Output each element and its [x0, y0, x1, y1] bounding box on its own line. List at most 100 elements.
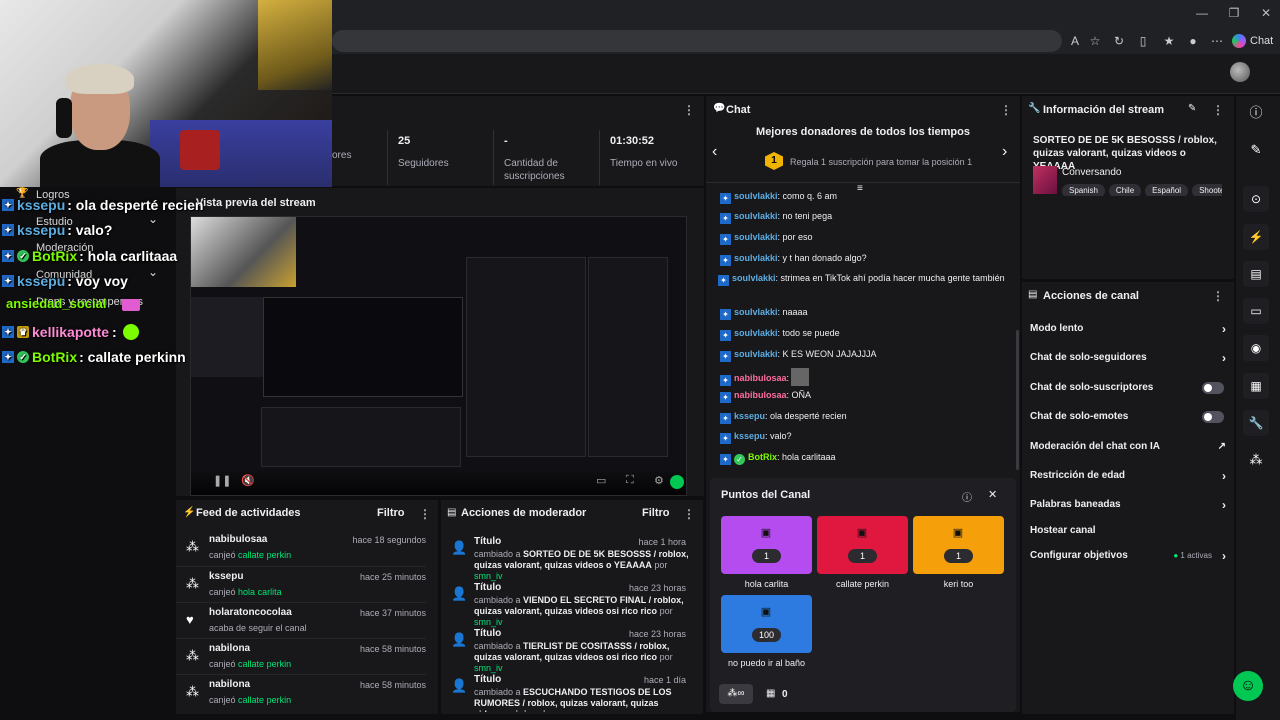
profile-icon[interactable]: ● [1184, 32, 1202, 50]
live-indicator-icon [670, 475, 684, 489]
refresh-icon[interactable]: ↻ [1110, 32, 1128, 50]
chat-message: ✦ soulvlakki: y t han donado algo? [720, 252, 1010, 266]
stream-preview-video[interactable]: ❚❚ 🔇 ▭ ⛶ ⚙ [190, 216, 687, 496]
close-window-icon[interactable]: ✕ [1256, 6, 1276, 22]
close-icon[interactable]: ✕ [988, 488, 997, 501]
ai-moderation-row[interactable]: Moderación del chat con IA ↗ [1030, 437, 1226, 457]
external-link-icon: ↗ [1217, 441, 1226, 452]
stat-followers: 25 Seguidores [387, 130, 449, 185]
list-item: 👤 Título hace 23 horas cambiado a VIENDO EL… [451, 582, 686, 627]
feed-filter-button[interactable]: Filtro [377, 507, 405, 519]
active-dot-icon: ● [1173, 551, 1179, 560]
tag[interactable]: Spanish [1062, 184, 1105, 196]
age-restriction-row[interactable]: Restricción de edad › [1030, 466, 1226, 486]
support-chat-icon[interactable]: ☺ [1233, 671, 1263, 701]
reward-icon: ▣ [856, 527, 868, 539]
overlay-chat: ✦ kssepu: ola desperté recien ✦ kssepu: va… [2, 192, 203, 371]
wrench-icon[interactable]: 🔧 [1243, 410, 1269, 436]
pip-icon[interactable]: ▭ [596, 474, 606, 487]
list-item: ⁂ nabilona canjeó callate perkin hace 58 mi… [176, 638, 426, 674]
target-icon[interactable]: ⊙ [1243, 186, 1269, 212]
infinite-points-button[interactable]: ⁂∞ [719, 684, 753, 704]
read-aloud-icon[interactable]: A [1066, 32, 1084, 50]
reward-card-callate-perkin[interactable]: ▣ 1 [817, 516, 908, 574]
badge-icon: ✦ [2, 249, 14, 262]
layout-icon[interactable]: ▦ [1243, 373, 1269, 399]
list-item: 👤 Título hace 1 día cambiado a ESCUCHANDO T… [451, 674, 686, 712]
points-count: 0 [782, 689, 788, 700]
settings-icon[interactable]: ⚙ [654, 474, 664, 487]
feed-menu-icon[interactable]: ⋮ [419, 507, 431, 521]
fullscreen-icon[interactable]: ⛶ [626, 474, 634, 487]
mod-actions-title: Acciones de moderador [461, 507, 587, 519]
mute-icon[interactable]: 🔇 [241, 474, 255, 487]
stat-subscriptions: - Cantidad de suscripciones [493, 130, 598, 185]
chat-message: ✦ kssepu: ola desperté recien [720, 410, 1010, 424]
tag[interactable]: Chile [1108, 184, 1142, 196]
lightning-icon[interactable]: ⚡ [1243, 224, 1269, 250]
pause-icon[interactable]: ❚❚ [213, 474, 231, 487]
heart-icon: ♥ [186, 612, 194, 627]
list-item: ⁂ kssepu canjeó hola carlita hace 25 minuto… [176, 566, 426, 602]
overlay-message: ✦ ✓ BotRix: callate perkinn [2, 345, 202, 371]
overlay-message: ✦ kssepu: valo? [2, 218, 202, 244]
favorites-icon[interactable]: ★ [1160, 32, 1178, 50]
chevron-right-icon: › [1222, 498, 1226, 512]
reward-icon: ⁂ [186, 539, 199, 554]
chat-scrollbar[interactable] [1016, 330, 1019, 470]
goals-row[interactable]: Configurar objetivos ● 1 activas › [1030, 546, 1226, 566]
slow-mode-row[interactable]: Modo lento › [1030, 319, 1226, 339]
reward-label: hola carlita [744, 579, 789, 589]
reward-card-hola-carlita[interactable]: ▣ 1 [721, 516, 812, 574]
mod-filter-button[interactable]: Filtro [642, 507, 670, 519]
reward-card-bano[interactable]: ▣ 100 [721, 595, 812, 653]
split-screen-icon[interactable]: ▯ [1134, 32, 1152, 50]
host-channel-row[interactable]: Hostear canal [1030, 521, 1226, 541]
stream-info-title: Información del stream [1043, 104, 1165, 116]
mod-menu-icon[interactable]: ⋮ [683, 507, 695, 521]
points-icon[interactable]: ⁂ [1247, 451, 1265, 469]
banned-words-row[interactable]: Palabras baneadas › [1030, 495, 1226, 515]
tag[interactable]: Español [1145, 184, 1189, 196]
channel-actions-menu-icon[interactable]: ⋮ [1212, 289, 1224, 303]
edit-icon[interactable]: ✎ [1188, 103, 1196, 114]
preview-chat [466, 257, 586, 457]
copilot-chat-button[interactable]: Chat [1232, 31, 1278, 51]
more-menu-icon[interactable]: ⋯ [1208, 32, 1226, 50]
reward-icon: ⁂ [186, 648, 199, 663]
reward-label: callate perkin [835, 579, 890, 589]
info-circle-icon[interactable]: ⓘ [1247, 104, 1265, 122]
bot-badge-icon: ✓ [17, 249, 29, 262]
prev-arrow-icon[interactable]: ‹ [712, 143, 717, 161]
preview-side [588, 257, 668, 457]
subscribers-only-row: Chat de solo-suscriptores [1030, 378, 1226, 398]
wrench-icon: 🔧 [1028, 103, 1041, 114]
chat-message: ✦ soulvlakki: strimea en TikTok ahí podía… [718, 272, 1008, 286]
subscribers-only-toggle[interactable] [1202, 382, 1224, 394]
emotes-only-toggle[interactable] [1202, 411, 1224, 423]
badge-icon: ✦ [2, 224, 14, 237]
preview-overlay [191, 297, 266, 377]
maximize-icon[interactable]: ❐ [1224, 6, 1244, 22]
chat-message: ✦ nabibulosaa: OÑA [720, 389, 1010, 403]
info-icon[interactable]: ⓘ [962, 489, 972, 504]
favorite-star-icon[interactable]: ☆ [1086, 32, 1104, 50]
tag[interactable]: Shooter [1192, 184, 1222, 196]
category-thumbnail [1033, 166, 1057, 194]
copilot-icon [1232, 34, 1246, 49]
pencil-icon[interactable]: ✎ [1247, 141, 1265, 159]
document-icon[interactable]: ▤ [1243, 261, 1269, 287]
followers-only-row[interactable]: Chat de solo-seguidores › [1030, 348, 1226, 368]
next-arrow-icon[interactable]: › [1002, 143, 1007, 161]
url-field[interactable] [332, 30, 1062, 52]
chat-message: ✦ soulvlakki: naaaa [720, 306, 1010, 320]
reward-card-keri-too[interactable]: ▣ 1 [913, 516, 1004, 574]
stats-menu-icon[interactable]: ⋮ [683, 103, 695, 117]
minimize-icon[interactable]: — [1192, 6, 1212, 22]
user-avatar[interactable] [1230, 62, 1250, 82]
broadcast-icon[interactable]: ◉ [1243, 335, 1269, 361]
feed-title: Feed de actividades [196, 507, 301, 519]
chat-menu-icon[interactable]: ⋮ [1000, 103, 1012, 117]
stream-info-menu-icon[interactable]: ⋮ [1212, 103, 1224, 117]
chat-icon[interactable]: ▭ [1243, 298, 1269, 324]
